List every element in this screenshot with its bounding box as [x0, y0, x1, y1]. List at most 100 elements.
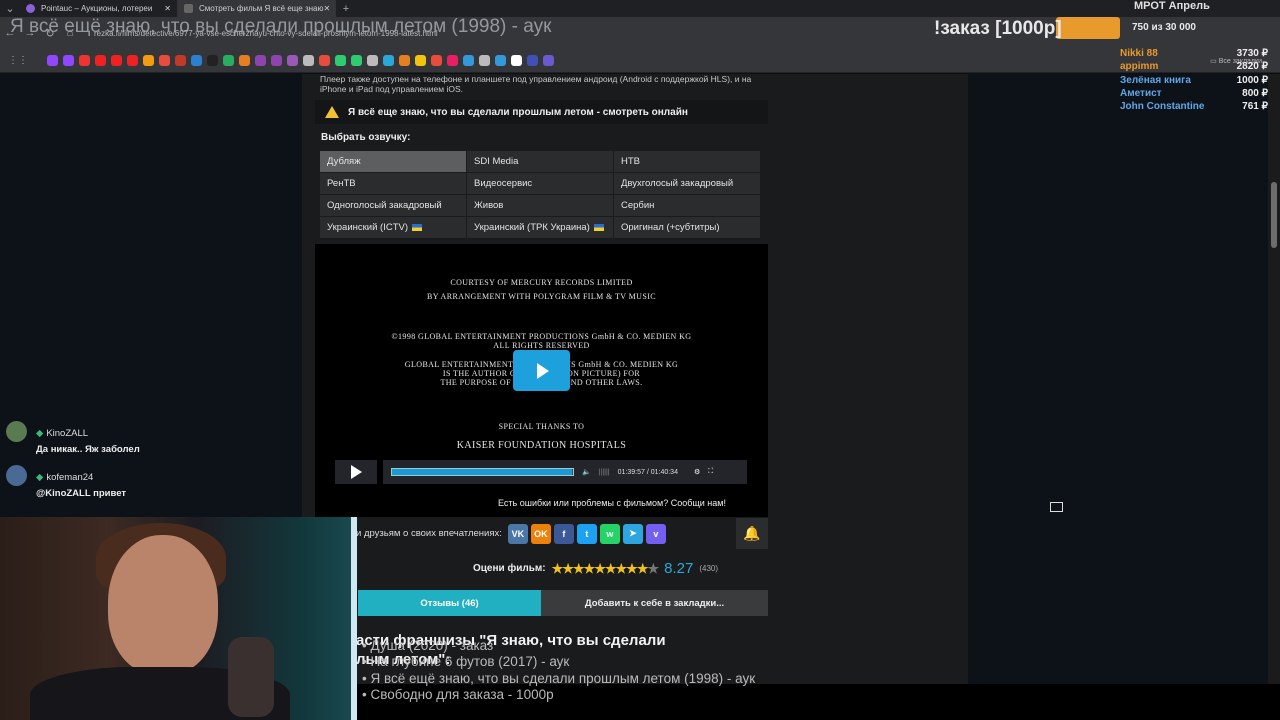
credit-line: SPECIAL THANKS TO: [498, 422, 585, 431]
bookmark-icon[interactable]: [463, 55, 474, 66]
play-button[interactable]: [335, 460, 377, 484]
dub-label: РенТВ: [327, 178, 356, 189]
dub-option[interactable]: Одноголосый закадровый: [320, 195, 466, 216]
dub-option[interactable]: Оригинал (+субтитры): [614, 217, 760, 238]
bookmark-icon[interactable]: [207, 55, 218, 66]
star-icon[interactable]: ★: [552, 561, 564, 576]
bookmark-icon[interactable]: [287, 55, 298, 66]
star-icon[interactable]: ★: [616, 561, 628, 576]
star-icon[interactable]: ★: [647, 561, 659, 576]
bookmark-icon[interactable]: [303, 55, 314, 66]
star-icon[interactable]: ★: [573, 561, 585, 576]
bookmark-icon[interactable]: [335, 55, 346, 66]
star-icon[interactable]: ★: [584, 561, 596, 576]
bookmark-icon[interactable]: [447, 55, 458, 66]
bookmark-icon[interactable]: [143, 55, 154, 66]
donor-name: Зелёная книга: [1120, 74, 1191, 86]
tab-reviews[interactable]: Отзывы (46): [358, 590, 541, 616]
video-player[interactable]: COURTESY OF MERCURY RECORDS LIMITED BY AR…: [315, 244, 1063, 517]
star-icon[interactable]: ★: [562, 561, 574, 576]
big-play-button[interactable]: [513, 350, 570, 391]
page-scrollbar[interactable]: [1268, 74, 1280, 684]
subscribe-bell-icon[interactable]: 🔔: [736, 518, 768, 549]
rating-value: 8.27: [664, 560, 694, 577]
dub-option[interactable]: Двухголосый закадровый: [614, 173, 760, 194]
dub-option[interactable]: Украинский (ТРК Украина): [467, 217, 613, 238]
bookmark-icon[interactable]: [383, 55, 394, 66]
bookmark-icon[interactable]: [127, 55, 138, 66]
bookmark-icon[interactable]: [527, 55, 538, 66]
bookmark-icon[interactable]: [351, 55, 362, 66]
bookmark-icon[interactable]: [399, 55, 410, 66]
facebook-icon[interactable]: f: [553, 523, 574, 544]
viber-icon[interactable]: v: [645, 523, 666, 544]
bookmark-icon[interactable]: [175, 55, 186, 66]
dub-option[interactable]: Украинский (ICTV): [320, 217, 466, 238]
bookmark-icon[interactable]: [159, 55, 170, 66]
dub-option[interactable]: Сербин: [614, 195, 760, 216]
bookmark-icon[interactable]: [415, 55, 426, 66]
bookmark-icon[interactable]: [255, 55, 266, 66]
stream-title-overlay: Я всё ещё знаю, что вы сделали прошлым л…: [10, 16, 552, 37]
dub-label: Украинский (ICTV): [327, 222, 409, 233]
donation-amount: 761 ₽: [1242, 101, 1268, 113]
bookmark-icon[interactable]: [223, 55, 234, 66]
volume-icon[interactable]: 🔈: [582, 468, 591, 476]
rating-stars[interactable]: ★★★★★★★★★★: [552, 561, 660, 577]
star-icon[interactable]: ★: [594, 561, 606, 576]
progress-bar[interactable]: [391, 468, 574, 476]
dub-option[interactable]: РенТВ: [320, 173, 466, 194]
scrollbar-thumb[interactable]: [1271, 182, 1277, 248]
bookmark-icon[interactable]: [367, 55, 378, 66]
badge-icon: ◆: [36, 428, 44, 439]
page-right-margin: [968, 74, 1280, 720]
bookmark-icon[interactable]: [47, 55, 58, 66]
order-progress-bar: [1056, 17, 1120, 39]
bookmark-icon[interactable]: [271, 55, 282, 66]
ok-icon[interactable]: OK: [530, 523, 551, 544]
settings-icon[interactable]: ⚙: [694, 468, 700, 476]
bookmark-icon[interactable]: [79, 55, 90, 66]
close-icon[interactable]: ✕: [164, 4, 171, 13]
player-availability-note: Плеер также доступен на телефоне и планш…: [320, 74, 752, 94]
bookmark-icon[interactable]: [111, 55, 122, 66]
close-icon[interactable]: ✕: [324, 4, 331, 13]
dub-option[interactable]: НТВ: [614, 151, 760, 172]
report-problem-link[interactable]: Есть ошибки или проблемы с фильмом? Сооб…: [498, 498, 726, 508]
dub-option[interactable]: Живов: [467, 195, 613, 216]
dub-label: Украинский (ТРК Украина): [474, 222, 590, 233]
bookmark-icon[interactable]: [431, 55, 442, 66]
tab-add-bookmark[interactable]: Добавить к себе в закладки...: [541, 590, 768, 616]
donation-amount: 2820 ₽: [1236, 61, 1268, 73]
bookmark-icon[interactable]: [319, 55, 330, 66]
credit-line: KAISER FOUNDATION HOSPITALS: [456, 440, 627, 451]
twitter-icon[interactable]: t: [576, 523, 597, 544]
bookmark-icon[interactable]: [63, 55, 74, 66]
dub-option[interactable]: SDI Media: [467, 151, 613, 172]
telegram-icon[interactable]: ➤: [622, 523, 643, 544]
bookmark-icon[interactable]: [191, 55, 202, 66]
bookmark-icon[interactable]: [479, 55, 490, 66]
bookmark-icon[interactable]: [543, 55, 554, 66]
star-icon[interactable]: ★: [605, 561, 617, 576]
fullscreen-icon[interactable]: ⛶: [708, 468, 713, 476]
bookmark-icon[interactable]: [495, 55, 506, 66]
bookmark-icon[interactable]: [239, 55, 250, 66]
vk-icon[interactable]: VK: [507, 523, 528, 544]
star-icon[interactable]: ★: [626, 561, 638, 576]
browser-tab-rezka[interactable]: Смотреть фильм Я всё еще знаю ✕: [178, 0, 336, 17]
browser-tab-pointauc[interactable]: Pointauc – Аукционы, лотереи ✕: [20, 0, 178, 17]
chat-username: ◆ KinoZALL: [36, 428, 88, 439]
new-tab-icon[interactable]: +: [336, 3, 356, 15]
star-icon[interactable]: ★: [637, 561, 649, 576]
apps-grid-icon[interactable]: ⋮⋮: [8, 55, 28, 66]
picture-in-picture-icon[interactable]: [1050, 502, 1063, 512]
volume-slider[interactable]: ||||||: [599, 469, 610, 476]
whatsapp-icon[interactable]: w: [599, 523, 620, 544]
chat-username-text: KinoZALL: [46, 428, 89, 439]
tab-list-icon[interactable]: ⌄: [0, 2, 20, 15]
bookmark-icon[interactable]: [511, 55, 522, 66]
bookmark-icon[interactable]: [95, 55, 106, 66]
dub-option[interactable]: Видеосервис: [467, 173, 613, 194]
dub-option[interactable]: Дубляж: [320, 151, 466, 172]
